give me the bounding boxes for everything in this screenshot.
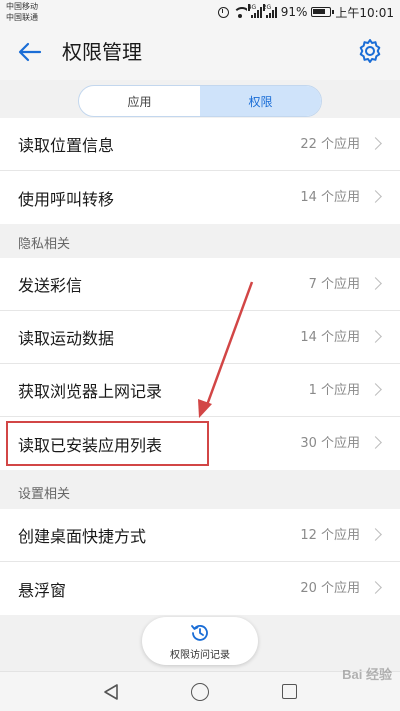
list-item[interactable]: 悬浮窗 20 个应用	[0, 562, 400, 615]
row-count: 22 个应用	[300, 137, 360, 152]
carrier-2: 中国联通	[6, 13, 38, 22]
row-label: 读取运动数据	[18, 329, 115, 348]
row-label: 创建桌面快捷方式	[18, 527, 147, 546]
row-count: 20 个应用	[300, 581, 360, 596]
history-clock-icon	[191, 624, 208, 641]
access-history-label: 权限访问记录	[170, 649, 230, 661]
row-label: 使用呼叫转移	[18, 189, 115, 209]
row-count: 30 个应用	[300, 436, 360, 451]
chevron-right-icon	[369, 528, 382, 541]
row-count: 12 个应用	[300, 528, 360, 543]
list-item[interactable]: 创建桌面快捷方式 12 个应用	[0, 509, 400, 562]
battery-percent: 91%	[280, 5, 308, 19]
app-header: 权限管理	[0, 24, 400, 80]
page-title: 权限管理	[62, 40, 142, 64]
nav-back-button[interactable]	[102, 683, 120, 701]
permission-list-settings: 创建桌面快捷方式 12 个应用 悬浮窗 20 个应用	[0, 509, 400, 615]
chevron-right-icon	[369, 190, 382, 203]
section-header-privacy: 隐私相关	[0, 225, 400, 260]
highlight-box	[6, 421, 209, 466]
alarm-icon	[217, 6, 229, 18]
tab-bar: 应用 权限	[78, 85, 322, 117]
signal-2-tag: 2G	[262, 3, 272, 11]
permission-list-top: 读取位置信息 22 个应用 使用呼叫转移 14 个应用	[0, 118, 400, 224]
chevron-right-icon	[369, 581, 382, 594]
status-icons: 4G 2G 91% 上午10:01	[217, 3, 394, 21]
signal-icon: 2G	[262, 3, 277, 18]
watermark: Bai 经验	[342, 667, 392, 682]
row-label: 发送彩信	[18, 276, 83, 295]
row-label: 悬浮窗	[18, 580, 67, 600]
carrier-info: 中国移动 中国联通	[6, 1, 38, 23]
row-count: 7 个应用	[308, 277, 360, 292]
carrier-1: 中国移动	[6, 2, 38, 11]
list-item[interactable]: 读取位置信息 22 个应用	[0, 118, 400, 171]
chevron-right-icon	[369, 137, 382, 150]
signal-1-tag: 4G	[247, 3, 257, 11]
back-arrow-icon	[18, 42, 42, 62]
system-nav-bar	[0, 671, 400, 711]
list-item[interactable]: 发送彩信 7 个应用	[0, 258, 400, 311]
tab-apps[interactable]: 应用	[79, 86, 200, 116]
status-bar: 中国移动 中国联通 4G 2G 91% 上午10:01	[0, 0, 400, 24]
row-count: 14 个应用	[300, 190, 360, 205]
gear-icon	[359, 39, 381, 63]
row-label: 读取位置信息	[18, 136, 115, 155]
signal-icon: 4G	[247, 3, 262, 18]
battery-icon	[311, 7, 335, 17]
row-count: 14 个应用	[300, 330, 360, 345]
list-item[interactable]: 获取浏览器上网记录 1 个应用	[0, 364, 400, 417]
list-item[interactable]: 使用呼叫转移 14 个应用	[0, 171, 400, 224]
chevron-right-icon	[369, 436, 382, 449]
tab-permissions[interactable]: 权限	[200, 86, 321, 116]
wifi-icon	[232, 6, 247, 18]
access-history-button[interactable]: 权限访问记录	[142, 617, 258, 665]
back-button[interactable]	[16, 38, 44, 66]
section-header-settings: 设置相关	[0, 475, 400, 510]
nav-home-button[interactable]	[191, 683, 209, 701]
settings-button[interactable]	[356, 37, 384, 65]
chevron-right-icon	[369, 277, 382, 290]
nav-recent-button[interactable]	[282, 684, 297, 699]
row-label: 获取浏览器上网记录	[18, 382, 163, 401]
chevron-right-icon	[369, 383, 382, 396]
list-item[interactable]: 读取运动数据 14 个应用	[0, 311, 400, 364]
clock: 上午10:01	[335, 5, 394, 20]
chevron-right-icon	[369, 330, 382, 343]
row-count: 1 个应用	[308, 383, 360, 398]
